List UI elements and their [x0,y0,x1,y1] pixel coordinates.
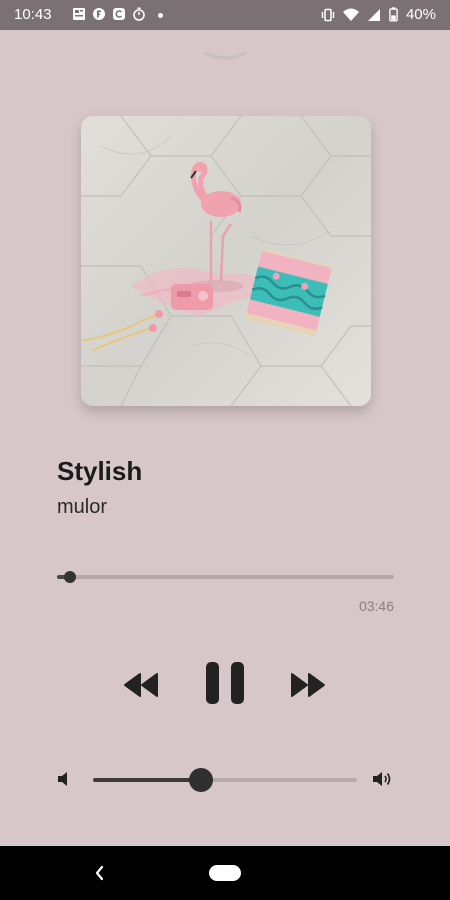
volume-low-icon [58,772,67,786]
home-button[interactable] [209,865,241,881]
chevron-down-icon[interactable] [203,50,247,64]
back-icon[interactable] [92,863,106,883]
pause-icon[interactable] [203,660,247,706]
volume-slider[interactable] [93,768,357,792]
navigation-bar [0,846,450,900]
album-art [81,116,371,406]
playback-controls [0,660,450,710]
battery-icon [389,7,398,22]
system-icons: 40% [321,6,436,23]
stopwatch-icon [133,7,145,21]
status-bar: 10:43 40% [0,0,450,30]
track-duration: 03:46 [358,598,394,614]
battery-percentage: 40% [405,6,436,23]
status-time: 10:43 [14,6,52,23]
song-title: Stylish [57,456,143,486]
rewind-icon[interactable] [123,672,159,698]
wifi-icon [342,8,359,21]
volume-fill [93,778,201,782]
signal-icon [367,8,380,21]
vibrate-icon [321,8,335,21]
volume-high-icon [373,772,391,786]
news-icon [73,8,85,20]
notification-icons [72,7,163,21]
now-playing-screen: Stylish mulor 03:46 [0,30,450,846]
progress-bar[interactable] [57,571,394,583]
dot-icon [158,13,163,18]
f-icon [93,8,105,20]
c-icon [113,8,125,20]
progress-thumb[interactable] [64,571,76,583]
flamingo-album-art [81,116,371,406]
volume-thumb[interactable] [189,768,213,792]
fast-forward-icon[interactable] [290,672,326,698]
song-artist: mulor [57,496,108,518]
